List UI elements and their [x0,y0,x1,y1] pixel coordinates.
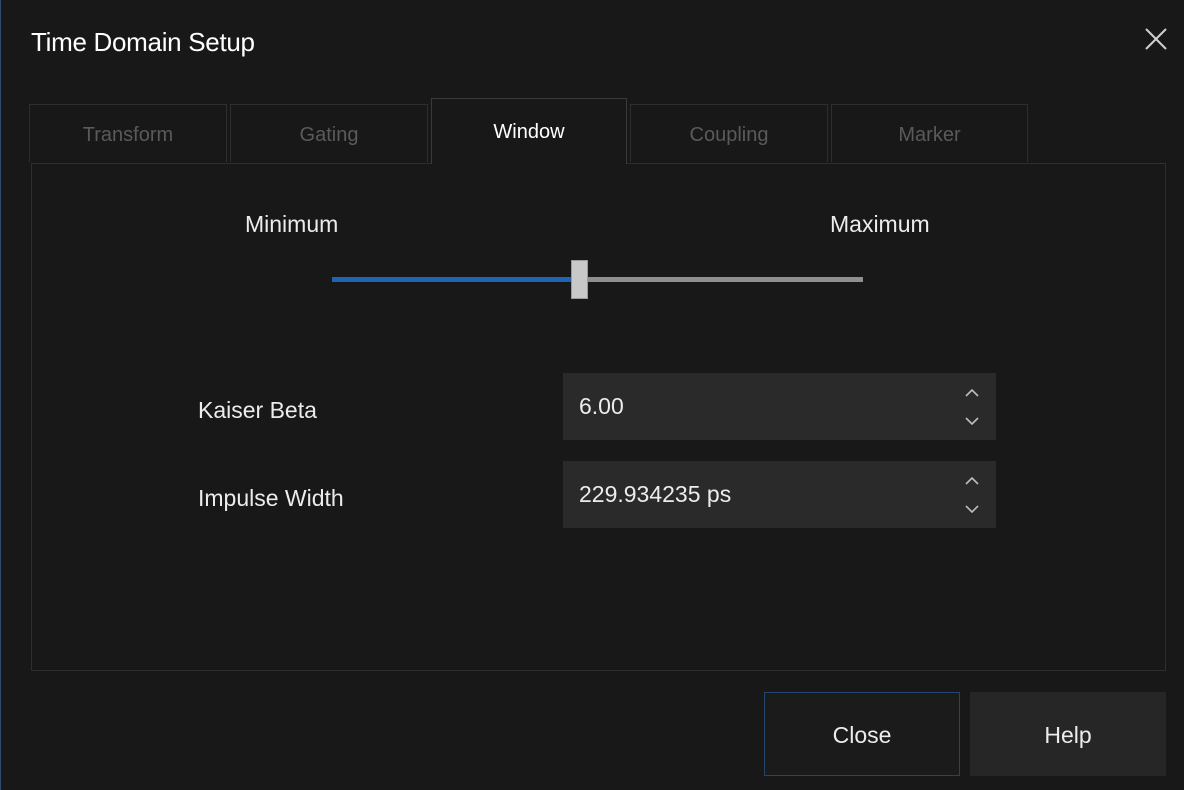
tab-gating[interactable]: Gating [230,104,428,162]
dialog-title: Time Domain Setup [31,27,255,57]
chevron-down-icon[interactable] [962,499,982,519]
slider-track-fill [332,277,579,282]
title-bar: Time Domain Setup [1,0,1184,88]
tab-marker[interactable]: Marker [831,104,1028,162]
impulse-width-label: Impulse Width [198,485,344,511]
chevron-up-icon[interactable] [962,471,982,491]
impulse-width-value[interactable]: 229.934235 ps [579,481,731,508]
close-button[interactable]: Close [764,692,960,776]
tab-coupling[interactable]: Coupling [630,104,828,162]
kaiser-beta-value[interactable]: 6.00 [579,393,624,420]
kaiser-beta-label: Kaiser Beta [198,397,317,423]
slider-min-label: Minimum [245,211,339,237]
slider-thumb[interactable] [571,260,588,299]
slider-max-label: Maximum [830,211,930,237]
close-icon[interactable] [1143,26,1169,52]
chevron-up-icon[interactable] [962,383,982,403]
tab-transform[interactable]: Transform [29,104,227,162]
impulse-width-spinbox[interactable]: 229.934235 ps [563,461,996,528]
help-button[interactable]: Help [970,692,1166,776]
tab-window[interactable]: Window [431,98,627,164]
slider-track [579,277,863,282]
kaiser-beta-spinbox[interactable]: 6.00 [563,373,996,440]
window-shape-slider[interactable] [332,258,863,302]
time-domain-setup-dialog: Time Domain Setup Transform Gating Windo… [0,0,1184,790]
chevron-down-icon[interactable] [962,411,982,431]
